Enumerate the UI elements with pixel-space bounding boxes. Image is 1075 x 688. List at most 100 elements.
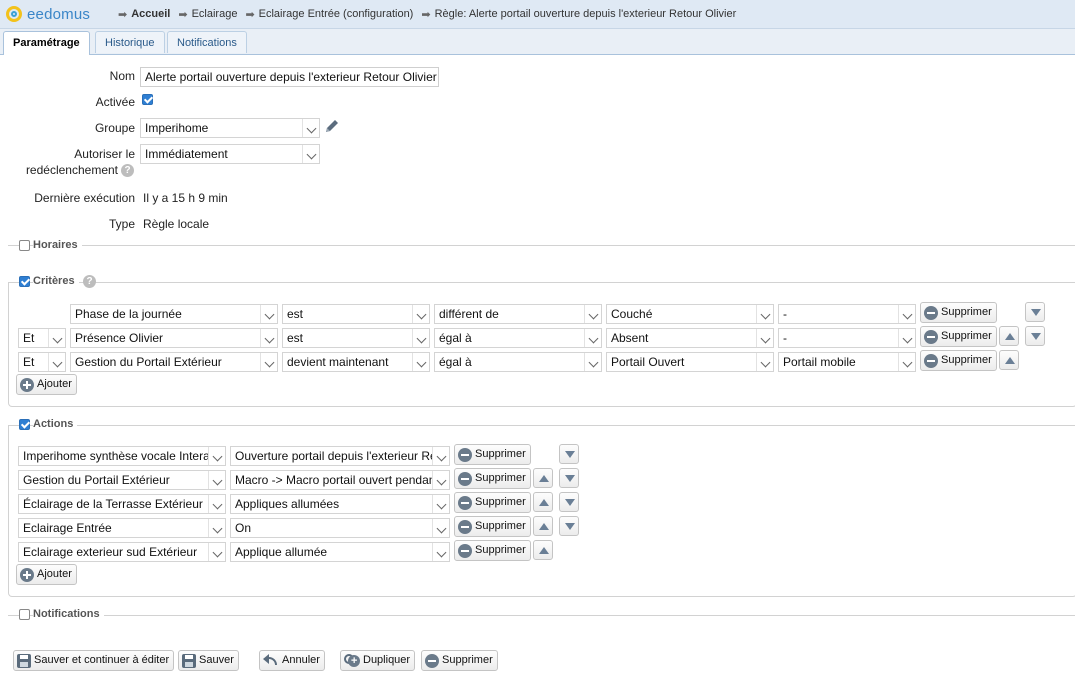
save-button[interactable]: Sauver: [178, 650, 239, 671]
move-up-button[interactable]: [533, 492, 553, 512]
actions-checkbox[interactable]: [19, 419, 30, 430]
critere-conjunction-select[interactable]: Et: [18, 352, 66, 372]
critere-verb-select[interactable]: est: [282, 304, 430, 324]
move-down-button[interactable]: [1025, 302, 1045, 322]
critere-add-button[interactable]: Ajouter: [16, 374, 77, 395]
move-down-button[interactable]: [559, 468, 579, 488]
action-delete-button[interactable]: Supprimer: [454, 492, 531, 513]
chevron-down-icon: [760, 309, 771, 320]
critere-operator-select[interactable]: égal à: [434, 328, 602, 348]
action-device-select[interactable]: Eclairage exterieur sud Extérieur: [18, 542, 226, 562]
action-value-select[interactable]: Macro -> Macro portail ouvert pendant: [230, 470, 450, 490]
criteres-help-icon[interactable]: ?: [83, 275, 96, 288]
tab-notifications[interactable]: Notifications: [167, 31, 247, 53]
duplicate-icon: [344, 653, 360, 668]
arrow-right-icon: ➡: [421, 8, 431, 21]
move-down-button[interactable]: [559, 444, 579, 464]
chevron-down-icon: [52, 333, 63, 344]
arrow-right-icon: ➡: [118, 8, 128, 21]
action-delete-button[interactable]: Supprimer: [454, 444, 531, 465]
horaires-divider: [8, 245, 1075, 246]
critere-operator-select[interactable]: différent de: [434, 304, 602, 324]
move-up-button[interactable]: [999, 326, 1019, 346]
critere-extra-select[interactable]: -: [778, 304, 916, 324]
action-device-select[interactable]: Eclairage Entrée: [18, 518, 226, 538]
activee-checkbox[interactable]: [142, 94, 153, 105]
move-up-button[interactable]: [533, 516, 553, 536]
critere-verb-select[interactable]: est: [282, 328, 430, 348]
action-device-select[interactable]: Éclairage de la Terrasse Extérieur: [18, 494, 226, 514]
action-add-button[interactable]: Ajouter: [16, 564, 77, 585]
pencil-icon[interactable]: [323, 117, 341, 135]
autoriser-select[interactable]: Immédiatement: [140, 144, 320, 164]
action-delete-button[interactable]: Supprimer: [454, 516, 531, 537]
action-device-select[interactable]: Imperihome synthèse vocale Interactive: [18, 446, 226, 466]
chevron-down-icon: [264, 333, 275, 344]
move-up-button[interactable]: [533, 540, 553, 560]
cancel-button[interactable]: Annuler: [259, 650, 325, 671]
move-down-button[interactable]: [559, 516, 579, 536]
chevron-down-icon: [212, 499, 223, 510]
critere-value-select[interactable]: Couché: [606, 304, 774, 324]
minus-icon: [458, 495, 472, 510]
criteres-checkbox[interactable]: [19, 276, 30, 287]
chevron-down-icon: [436, 547, 447, 558]
help-icon[interactable]: ?: [121, 164, 134, 177]
critere-extra-select[interactable]: Portail mobile: [778, 352, 916, 372]
move-down-button[interactable]: [559, 492, 579, 512]
critere-operator-select[interactable]: égal à: [434, 352, 602, 372]
action-value-select[interactable]: Applique allumée: [230, 542, 450, 562]
arrow-up-icon: [539, 499, 549, 506]
critere-device-select[interactable]: Phase de la journée: [70, 304, 278, 324]
chevron-down-icon: [212, 547, 223, 558]
critere-device-select[interactable]: Présence Olivier: [70, 328, 278, 348]
critere-device-select[interactable]: Gestion du Portail Extérieur: [70, 352, 278, 372]
chevron-down-icon: [588, 333, 599, 344]
logo[interactable]: eedomus: [6, 3, 90, 25]
action-value-select[interactable]: On: [230, 518, 450, 538]
breadcrumb: ➡ Accueil ➡ Eclairage ➡ Eclairage Entrée (c…: [118, 0, 744, 28]
horaires-checkbox[interactable]: [19, 240, 30, 251]
move-up-button[interactable]: [999, 350, 1019, 370]
breadcrumb-item-eclairage[interactable]: ➡ Eclairage: [178, 8, 237, 21]
activee-label: Activée: [95, 95, 135, 109]
nom-input[interactable]: Alerte portail ouverture depuis l'exteri…: [140, 67, 439, 87]
autoriser-label-line2: redéclenchement: [25, 163, 118, 177]
breadcrumb-item-eclairage-entree[interactable]: ➡ Eclairage Entrée (configuration): [245, 8, 413, 21]
chevron-down-icon: [212, 475, 223, 486]
action-delete-button[interactable]: Supprimer: [454, 468, 531, 489]
critere-delete-button[interactable]: Supprimer: [920, 326, 997, 347]
nom-label: Nom: [109, 69, 135, 83]
action-delete-button[interactable]: Supprimer: [454, 540, 531, 561]
critere-conjunction-select[interactable]: Et: [18, 328, 66, 348]
action-value-select[interactable]: Appliques allumées: [230, 494, 450, 514]
action-device-select[interactable]: Gestion du Portail Extérieur: [18, 470, 226, 490]
type-value: Règle locale: [143, 217, 210, 231]
notifications-checkbox[interactable]: [19, 609, 30, 620]
critere-value-select[interactable]: Portail Ouvert: [606, 352, 774, 372]
critere-extra-select[interactable]: -: [778, 328, 916, 348]
chevron-down-icon: [436, 451, 447, 462]
plus-icon: [20, 377, 34, 392]
save-continue-button[interactable]: Sauver et continuer à éditer: [13, 650, 175, 671]
move-up-button[interactable]: [533, 468, 553, 488]
floppy-icon: [182, 653, 196, 668]
critere-verb-select[interactable]: devient maintenant: [282, 352, 430, 372]
breadcrumb-item-accueil[interactable]: ➡ Accueil: [118, 8, 170, 21]
chevron-down-icon: [306, 123, 317, 134]
floppy-icon: [17, 653, 31, 668]
groupe-select[interactable]: Imperihome: [140, 118, 320, 138]
top-bar: eedomus ➡ Accueil ➡ Eclairage ➡ Eclairage E…: [0, 0, 1075, 29]
duplicate-button[interactable]: Dupliquer: [340, 650, 416, 671]
move-down-button[interactable]: [1025, 326, 1045, 346]
critere-delete-button[interactable]: Supprimer: [920, 350, 997, 371]
chevron-down-icon: [416, 357, 427, 368]
critere-value-select[interactable]: Absent: [606, 328, 774, 348]
delete-button[interactable]: Supprimer: [421, 650, 498, 671]
action-value-select[interactable]: Ouverture portail depuis l'exterieur Ret…: [230, 446, 450, 466]
chevron-down-icon: [588, 309, 599, 320]
tab-historique[interactable]: Historique: [95, 31, 165, 53]
critere-delete-button[interactable]: Supprimer: [920, 302, 997, 323]
tab-parametrage[interactable]: Paramétrage: [3, 31, 90, 55]
arrow-up-icon: [1005, 357, 1015, 364]
